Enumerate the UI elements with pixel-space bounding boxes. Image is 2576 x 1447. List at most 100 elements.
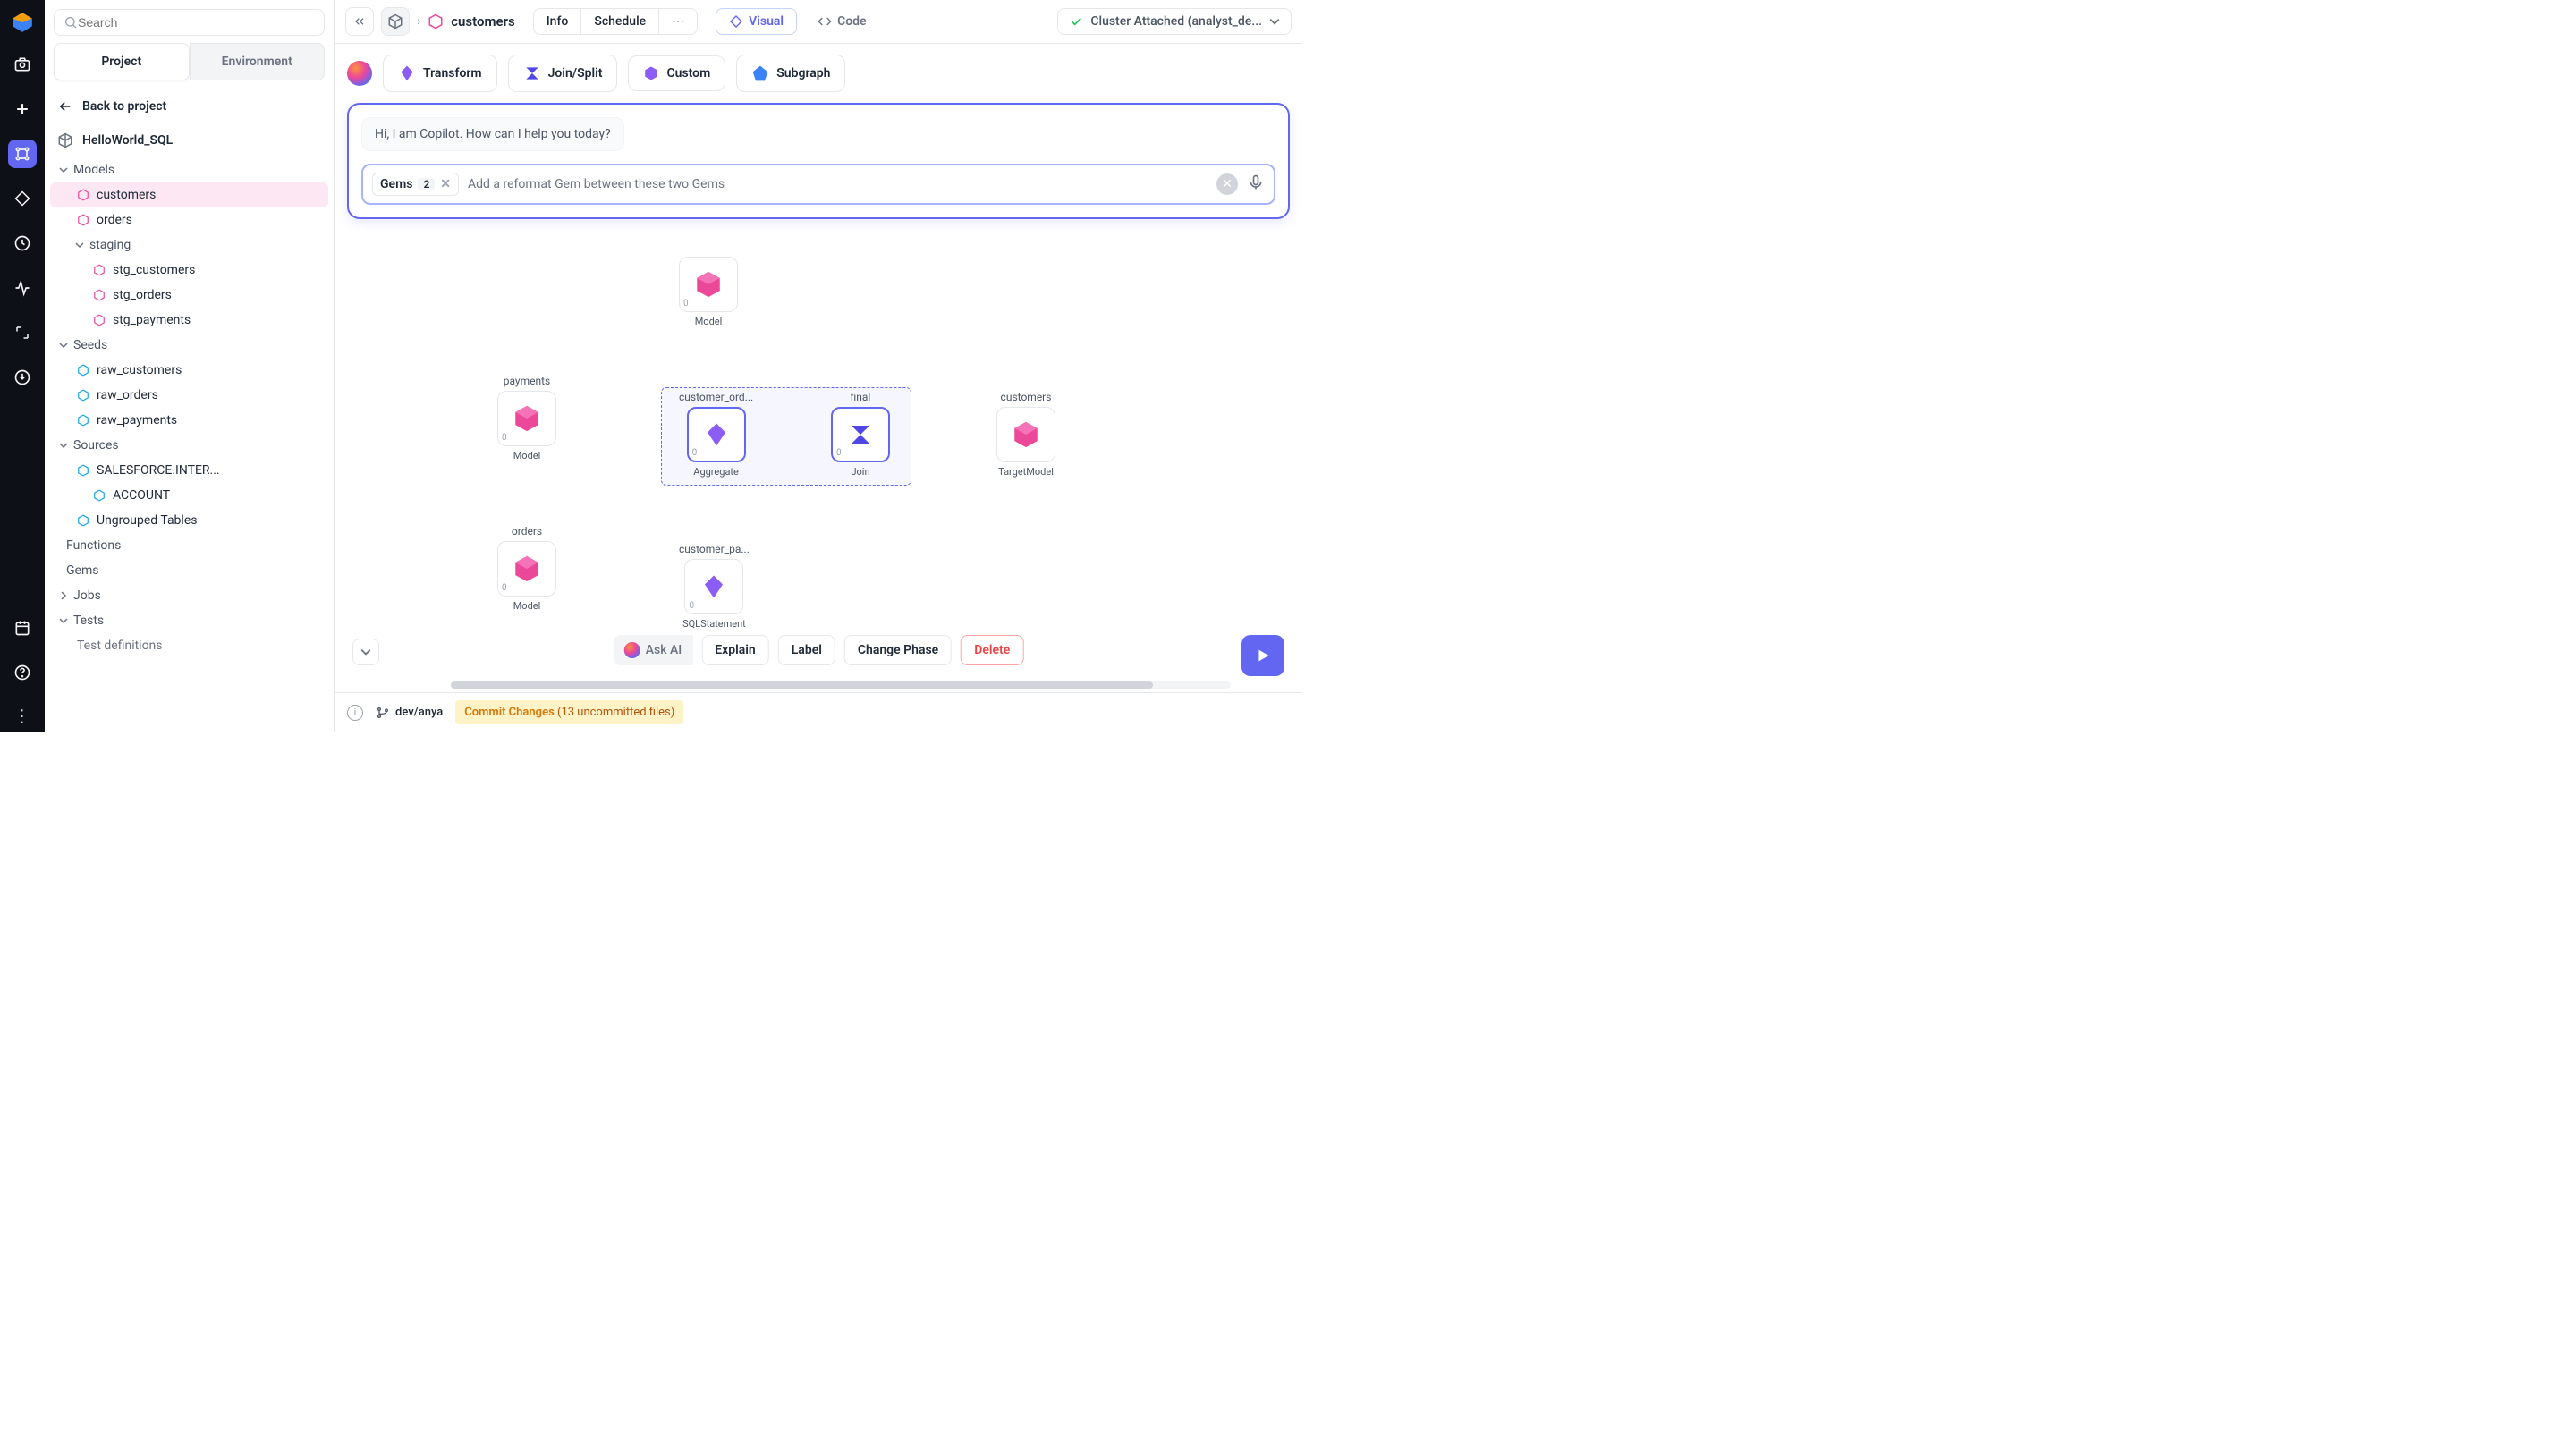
tree-orders[interactable]: orders	[50, 207, 328, 233]
rail-activity-icon[interactable]	[8, 274, 37, 302]
tree-customers[interactable]: customers	[50, 182, 328, 207]
gem-purple-icon	[398, 64, 416, 82]
horizontal-scrollbar[interactable]	[451, 681, 1231, 689]
tree-sources[interactable]: Sources	[50, 433, 328, 458]
caret-down-icon	[360, 647, 371, 657]
ask-ai-button[interactable]: Ask AI	[614, 635, 693, 665]
tree-test-definitions[interactable]: Test definitions	[50, 633, 328, 658]
edges	[335, 230, 603, 364]
node-payments[interactable]: payments 0 Model	[497, 375, 556, 461]
rail-expand-icon[interactable]	[8, 318, 37, 347]
cube-icon	[387, 13, 403, 30]
node-join[interactable]: final 0 Join	[831, 391, 890, 478]
more-pill[interactable]: ⋯	[658, 9, 697, 34]
rail-calendar-icon[interactable]	[8, 613, 37, 642]
node-aggregate[interactable]: customer_ord... 0 Aggregate	[679, 391, 753, 478]
rail-diamond-icon[interactable]	[8, 184, 37, 213]
hexagon-icon	[77, 189, 89, 201]
label-button[interactable]: Label	[778, 635, 835, 665]
caret-down-icon	[59, 441, 68, 450]
hexagon-purple-icon	[643, 65, 659, 81]
hexagon-icon	[77, 464, 89, 477]
tree-raw-customers[interactable]: raw_customers	[50, 358, 328, 383]
hexagon-icon	[77, 514, 89, 527]
back-to-project[interactable]: Back to project	[45, 89, 334, 123]
tree-seeds[interactable]: Seeds	[50, 333, 328, 358]
hexagon-icon	[77, 364, 89, 377]
gem-purple-icon	[700, 573, 727, 600]
breadcrumb-root-button[interactable]	[381, 7, 410, 36]
caret-down-icon	[1269, 16, 1280, 27]
info-icon[interactable]: i	[347, 705, 363, 721]
caret-down-icon	[59, 616, 68, 625]
subgraph-button[interactable]: Subgraph	[736, 55, 845, 92]
view-visual[interactable]: Visual	[716, 8, 797, 35]
caret-right-icon	[59, 591, 68, 600]
run-button[interactable]	[1241, 635, 1284, 676]
tree-stg-orders[interactable]: stg_orders	[50, 283, 328, 308]
commit-changes[interactable]: Commit Changes (13 uncommitted files)	[455, 700, 683, 724]
tree-jobs[interactable]: Jobs	[50, 583, 328, 608]
tree-functions[interactable]: Functions	[50, 533, 328, 558]
tree-tests[interactable]: Tests	[50, 608, 328, 633]
chip-remove-icon[interactable]: ✕	[440, 177, 451, 191]
schedule-pill[interactable]: Schedule	[580, 9, 658, 34]
main-area: › customers Info Schedule ⋯ Visual Code	[335, 0, 1302, 732]
pipeline-canvas[interactable]: 0 Model payments 0 Model orders 0	[335, 230, 1302, 692]
ai-orb-icon	[624, 642, 640, 658]
tree-gems[interactable]: Gems	[50, 558, 328, 583]
node-sqlstatement[interactable]: customer_pa... 0 SQLStatement	[679, 543, 750, 630]
rail-clock-icon[interactable]	[8, 229, 37, 258]
collapse-button[interactable]	[345, 7, 374, 36]
delete-button[interactable]: Delete	[961, 635, 1023, 665]
tree-account[interactable]: ACCOUNT	[50, 483, 328, 508]
node-model-top[interactable]: 0 Model	[679, 257, 738, 327]
node-target[interactable]: customers TargetModel	[996, 391, 1055, 478]
project-name-row[interactable]: HelloWorld_SQL	[45, 123, 334, 157]
join-icon	[523, 64, 541, 82]
tree-salesforce[interactable]: SALESFORCE.INTER...	[50, 458, 328, 483]
rail-download-icon[interactable]	[8, 363, 37, 392]
clear-input-button[interactable]: ✕	[1216, 173, 1238, 195]
cube-icon	[57, 132, 73, 148]
tab-project[interactable]: Project	[54, 43, 190, 80]
cluster-dropdown[interactable]: Cluster Attached (analyst_de...	[1057, 8, 1292, 35]
hexagon-icon	[77, 389, 89, 402]
tree-models[interactable]: Models	[50, 157, 328, 182]
tab-environment[interactable]: Environment	[190, 43, 326, 80]
rail-pipeline-icon[interactable]	[8, 140, 37, 168]
left-rail: ⋯	[0, 0, 45, 732]
node-orders[interactable]: orders 0 Model	[497, 525, 556, 612]
git-branch[interactable]: dev/anya	[376, 706, 443, 720]
change-phase-button[interactable]: Change Phase	[844, 635, 952, 665]
view-code[interactable]: Code	[804, 8, 880, 35]
join-icon	[847, 421, 874, 448]
tree-staging[interactable]: staging	[50, 233, 328, 258]
sidebar: Project Environment Back to project Hell…	[45, 0, 335, 732]
tree-ungrouped[interactable]: Ungrouped Tables	[50, 508, 328, 533]
custom-button[interactable]: Custom	[628, 55, 725, 91]
tree-raw-payments[interactable]: raw_payments	[50, 408, 328, 433]
search-icon	[64, 15, 78, 30]
rail-add-icon[interactable]	[8, 95, 37, 123]
code-icon	[818, 14, 832, 29]
explain-button[interactable]: Explain	[701, 635, 768, 665]
rail-help-icon[interactable]	[8, 658, 37, 687]
ai-orb-icon[interactable]	[347, 61, 372, 86]
tree-raw-orders[interactable]: raw_orders	[50, 383, 328, 408]
tree-stg-payments[interactable]: stg_payments	[50, 308, 328, 333]
mic-icon[interactable]	[1247, 173, 1265, 195]
tree-stg-customers[interactable]: stg_customers	[50, 258, 328, 283]
rail-camera-icon[interactable]	[8, 50, 37, 79]
copilot-input[interactable]: Gems 2 ✕ Add a reformat Gem between thes…	[361, 164, 1275, 205]
expand-fab[interactable]	[352, 639, 379, 665]
transform-button[interactable]: Transform	[383, 55, 497, 92]
breadcrumb-sep: ›	[417, 14, 420, 29]
cube-pink-icon	[1011, 419, 1041, 450]
info-pill[interactable]: Info	[534, 9, 581, 34]
gems-chip[interactable]: Gems 2 ✕	[372, 173, 459, 196]
copilot-placeholder: Add a reformat Gem between these two Gem…	[468, 177, 1208, 191]
joinsplit-button[interactable]: Join/Split	[508, 55, 618, 92]
rail-more-icon[interactable]: ⋯	[8, 703, 37, 732]
search-input[interactable]	[54, 9, 325, 36]
